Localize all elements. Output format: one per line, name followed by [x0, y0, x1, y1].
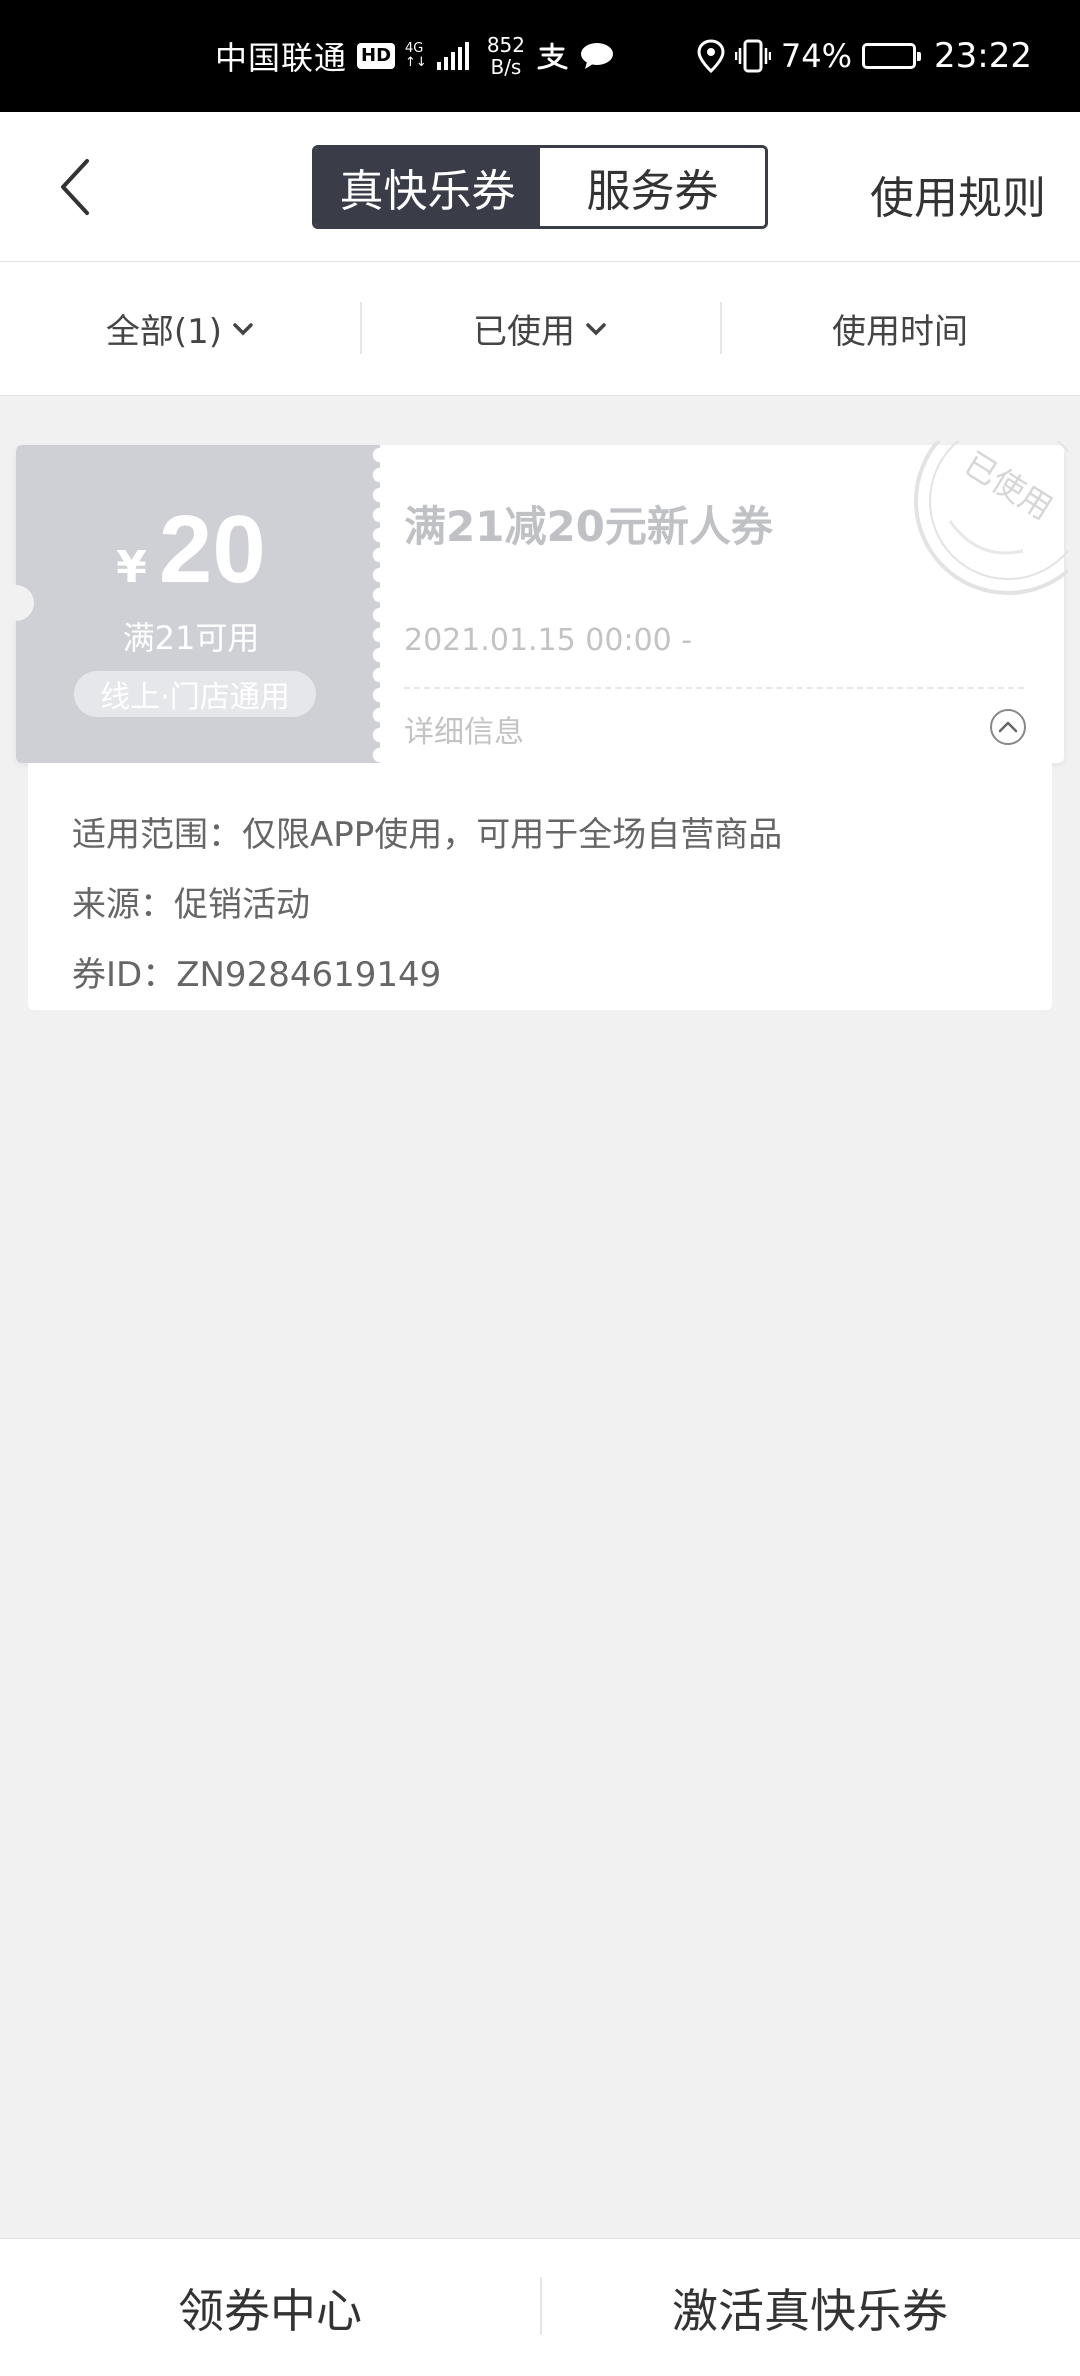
coupon-card[interactable]: ¥ 20 满21可用 线上·门店通用 满21减20元新人券 2021.01.15…: [12, 441, 1068, 763]
hd-badge: HD: [357, 43, 396, 69]
filter-status-label: 已使用: [473, 312, 575, 352]
location-icon: [697, 39, 725, 73]
filter-status[interactable]: 已使用: [360, 262, 720, 395]
coupon-type-tabs: 真快乐券 服务券: [312, 145, 768, 229]
chevron-up-icon[interactable]: [988, 707, 1028, 747]
tab-service-coupon[interactable]: 服务券: [540, 148, 765, 226]
carrier-label: 中国联通: [215, 39, 348, 77]
app-root: 中国联通 HD 4G ↑↓ 852 B/s 74% 23:22 真快乐券 服务券…: [0, 0, 1080, 2376]
chevron-down-icon: [586, 322, 606, 335]
coupon-scope-badge: 线上·门店通用: [74, 671, 316, 717]
bottom-action-bar: 领券中心 激活真快乐券: [0, 2238, 1080, 2376]
clock: 23:22: [934, 36, 1032, 76]
chevron-down-icon: [233, 322, 253, 335]
header-bar: 真快乐券 服务券 使用规则: [0, 112, 1080, 262]
status-bar: 中国联通 HD 4G ↑↓ 852 B/s 74% 23:22: [0, 0, 1080, 112]
coupon-perforation: [366, 445, 380, 763]
currency-symbol: ¥: [116, 542, 147, 593]
chevron-left-icon: [61, 159, 89, 215]
network-arrows: ↑↓: [405, 55, 427, 70]
status-left: 中国联通 HD 4G ↑↓ 852 B/s: [215, 0, 615, 112]
coupon-detail-link[interactable]: 详细信息: [404, 707, 524, 751]
coupon-details-panel: 适用范围：仅限APP使用，可用于全场自营商品 来源：促销活动 券ID：ZN928…: [28, 763, 1052, 1010]
battery-percent: 74%: [780, 37, 853, 75]
signal-icon: [436, 42, 469, 70]
coupon-center-button[interactable]: 领券中心: [0, 2239, 540, 2376]
alipay-icon: [537, 42, 568, 70]
network-type: 4G ↑↓: [405, 42, 427, 70]
source-text: 来源：促销活动: [72, 885, 310, 925]
filter-bar: 全部(1) 已使用 使用时间: [0, 262, 1080, 396]
filter-usage-time[interactable]: 使用时间: [720, 262, 1080, 395]
status-right: 74% 23:22: [697, 0, 1032, 112]
used-stamp-text: 已使用: [958, 444, 1060, 527]
usage-rules-link[interactable]: 使用规则: [870, 162, 1046, 226]
coupon-amount-value: 20: [158, 496, 266, 603]
filter-all[interactable]: 全部(1): [0, 262, 360, 395]
vibrate-icon: [734, 39, 771, 73]
network-type-label: 4G: [405, 41, 424, 56]
coupon-amount: ¥ 20: [16, 495, 366, 605]
coupon-title: 满21减20元新人券: [404, 502, 773, 551]
coupon-id-text: 券ID：ZN9284619149: [72, 955, 442, 995]
coupon-value-panel: ¥ 20 满21可用 线上·门店通用: [12, 445, 366, 763]
wechat-icon: [581, 43, 614, 69]
battery-icon: [862, 43, 922, 69]
used-stamp-icon: 已使用: [914, 441, 1068, 595]
filter-all-label: 全部(1): [105, 312, 223, 352]
tab-zhenkuaile-coupon[interactable]: 真快乐券: [315, 148, 540, 226]
filter-usage-time-label: 使用时间: [832, 312, 968, 352]
coupon-divider: [404, 687, 1024, 689]
back-button[interactable]: [40, 152, 110, 222]
activate-coupon-button[interactable]: 激活真快乐券: [540, 2239, 1080, 2376]
coupon-condition: 满21可用: [122, 619, 260, 657]
network-speed-unit: B/s: [490, 55, 522, 79]
network-speed: 852 B/s: [487, 34, 525, 78]
network-speed-value: 852: [486, 33, 526, 57]
coupon-date-range: 2021.01.15 00:00 -: [404, 623, 693, 658]
usage-scope-text: 适用范围：仅限APP使用，可用于全场自营商品: [72, 815, 783, 855]
